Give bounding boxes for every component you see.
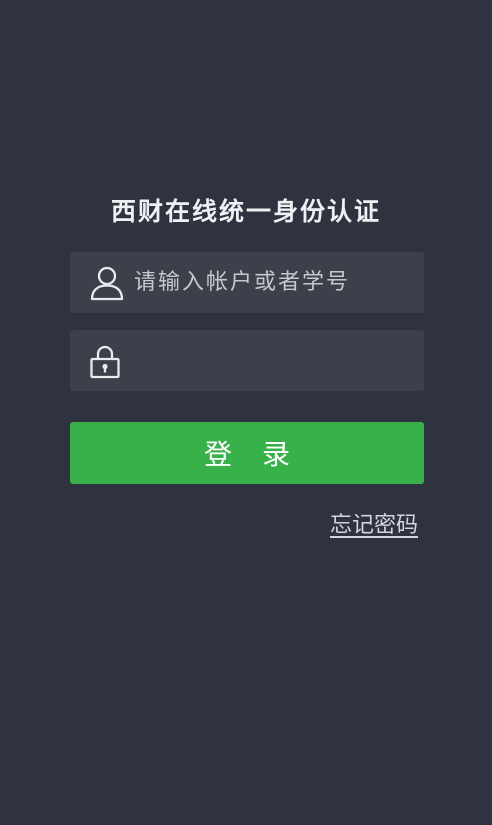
username-input[interactable] <box>134 252 414 313</box>
password-field[interactable] <box>70 330 424 391</box>
forgot-password-link[interactable]: 忘记密码 <box>330 510 418 542</box>
user-icon <box>88 264 126 302</box>
password-input[interactable] <box>134 330 414 391</box>
lock-icon <box>88 343 122 379</box>
login-button[interactable]: 登录 <box>70 422 424 484</box>
login-screen: 西财在线统一身份认证 登录 忘记密码 <box>0 0 492 825</box>
page-title: 西财在线统一身份认证 <box>110 197 381 226</box>
username-field[interactable] <box>70 252 424 313</box>
